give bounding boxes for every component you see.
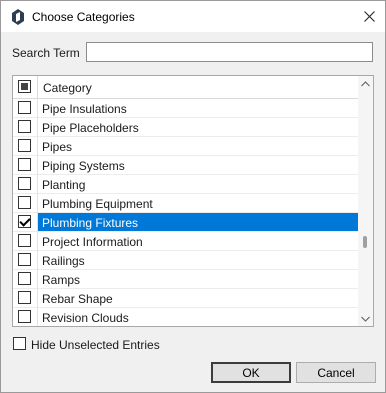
category-label: Revision Clouds [42, 311, 129, 325]
cell-divider [37, 175, 38, 194]
choose-categories-dialog: Choose Categories Search Term Category P… [0, 0, 386, 393]
title-bar: Choose Categories [1, 1, 385, 32]
category-checkbox[interactable] [18, 310, 31, 323]
category-checkbox[interactable] [18, 272, 31, 285]
cell-divider [37, 156, 38, 175]
category-label: Piping Systems [42, 159, 125, 173]
category-label: Ramps [42, 273, 81, 287]
category-label: Rebar Shape [42, 292, 113, 306]
category-row[interactable]: Rebar Shape [13, 289, 358, 308]
category-checkbox[interactable] [18, 158, 31, 171]
category-row[interactable]: Planting [13, 175, 358, 194]
category-checkbox[interactable] [18, 120, 31, 133]
cell-divider [37, 289, 38, 308]
category-row[interactable]: Plumbing Equipment [13, 194, 358, 213]
category-checkbox[interactable] [18, 234, 31, 247]
header-divider [37, 76, 38, 98]
search-term-input[interactable] [86, 42, 373, 62]
category-row[interactable]: Pipe Placeholders [13, 118, 358, 137]
category-row[interactable]: Pipe Insulations [13, 99, 358, 118]
cell-divider [37, 232, 38, 251]
category-checkbox-checked[interactable] [18, 215, 31, 228]
close-icon [363, 11, 375, 22]
cell-divider [37, 137, 38, 156]
cell-divider [37, 99, 38, 118]
category-row[interactable]: Pipes [13, 137, 358, 156]
select-all-checkbox[interactable] [18, 80, 31, 93]
category-label: Railings [42, 254, 85, 268]
cell-divider [37, 251, 38, 270]
category-checkbox[interactable] [18, 177, 31, 190]
chevron-up-icon [361, 80, 370, 86]
category-row-selected[interactable]: Plumbing Fixtures [13, 213, 358, 232]
hide-unselected-label[interactable]: Hide Unselected Entries [31, 338, 160, 352]
category-column-header[interactable]: Category [43, 81, 92, 95]
category-checkbox[interactable] [18, 253, 31, 266]
category-label: Pipe Insulations [42, 102, 127, 116]
search-term-label: Search Term [12, 46, 80, 60]
scroll-down-button[interactable] [358, 311, 373, 326]
cell-divider [37, 270, 38, 289]
cell-divider [37, 118, 38, 137]
category-label: Pipe Placeholders [42, 121, 139, 135]
app-logo-icon [12, 9, 24, 25]
scroll-up-button[interactable] [358, 76, 373, 91]
category-rows: Pipe Insulations Pipe Placeholders Pipes… [13, 99, 358, 326]
category-checkbox[interactable] [18, 139, 31, 152]
category-row[interactable]: Project Information [13, 232, 358, 251]
category-checkbox[interactable] [18, 196, 31, 209]
close-button[interactable] [353, 1, 385, 32]
list-header: Category [13, 76, 358, 99]
cancel-button[interactable]: Cancel [296, 362, 376, 383]
category-label: Plumbing Equipment [42, 197, 153, 211]
category-row[interactable]: Piping Systems [13, 156, 358, 175]
cell-divider [37, 194, 38, 213]
category-checkbox[interactable] [18, 291, 31, 304]
vertical-scrollbar[interactable] [358, 76, 373, 326]
category-row[interactable]: Revision Clouds [13, 308, 358, 326]
category-label: Plumbing Fixtures [42, 216, 139, 230]
category-row[interactable]: Ramps [13, 270, 358, 289]
scrollbar-thumb[interactable] [363, 236, 367, 248]
category-list[interactable]: Category Pipe Insulations Pipe Placehold… [12, 75, 374, 327]
chevron-down-icon [361, 316, 370, 322]
dialog-title: Choose Categories [32, 10, 135, 24]
ok-button[interactable]: OK [211, 362, 291, 383]
cell-divider [37, 213, 38, 232]
category-checkbox[interactable] [18, 101, 31, 114]
category-label: Planting [42, 178, 86, 192]
category-label: Pipes [42, 140, 73, 154]
cell-divider [37, 308, 38, 326]
category-label: Project Information [42, 235, 143, 249]
hide-unselected-checkbox[interactable] [13, 337, 26, 350]
category-row[interactable]: Railings [13, 251, 358, 270]
